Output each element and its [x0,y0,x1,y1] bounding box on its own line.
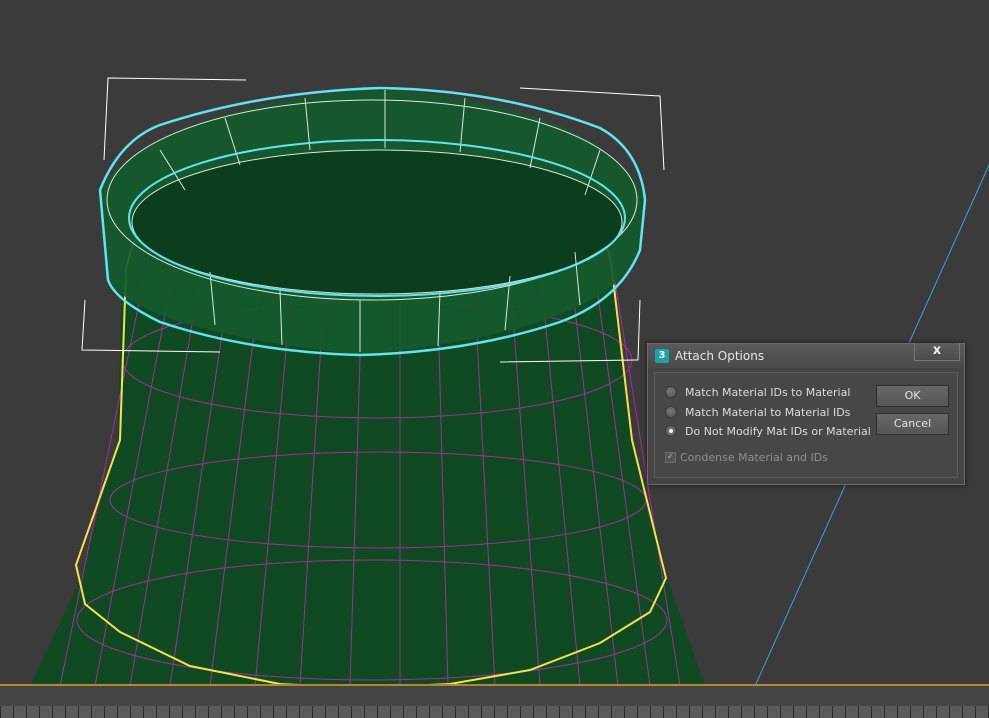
timeline-ruler[interactable] [0,706,989,718]
timeline-bar[interactable] [0,684,989,718]
radio-button[interactable] [665,406,677,418]
close-button[interactable]: x [914,343,960,361]
condense-checkbox: ✓ [665,452,676,463]
radio-label: Match Material to Material IDs [685,405,851,419]
options-panel: Match Material IDs to Material Match Mat… [654,372,958,478]
ok-button[interactable]: OK [876,385,949,407]
condense-label: Condense Material and IDs [680,451,828,464]
app-logo-icon: 3 [655,349,669,363]
radio-match-material-to-ids[interactable]: Match Material to Material IDs [665,405,850,419]
radio-button[interactable] [665,386,677,398]
radio-label: Match Material IDs to Material [685,385,851,399]
dialog-title: Attach Options [675,349,765,363]
close-icon: x [932,343,942,358]
radio-button-selected[interactable] [665,425,677,437]
radio-match-ids-to-material[interactable]: Match Material IDs to Material [665,385,850,399]
radio-do-not-modify[interactable]: Do Not Modify Mat IDs or Material [665,424,871,438]
attach-options-dialog: 3 Attach Options x Match Material IDs to… [647,343,965,485]
condense-checkbox-row: ✓ Condense Material and IDs [665,451,828,464]
cancel-button[interactable]: Cancel [876,413,949,435]
ring-hole [132,150,622,294]
radio-label: Do Not Modify Mat IDs or Material [685,424,871,438]
